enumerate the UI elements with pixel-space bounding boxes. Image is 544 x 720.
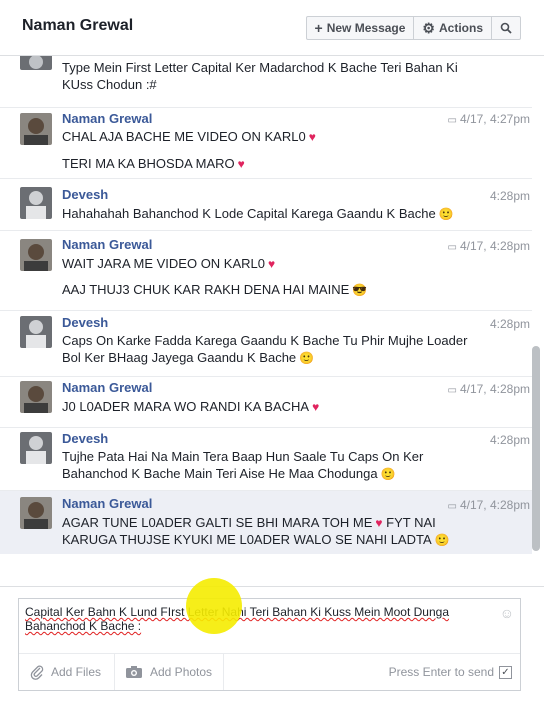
- sender-name[interactable]: Devesh: [62, 315, 108, 330]
- composer-toolbar: Add Files Add Photos Press Enter to send…: [19, 653, 520, 690]
- checkbox-icon[interactable]: ✓: [499, 665, 512, 679]
- divider: [114, 654, 115, 690]
- sender-name[interactable]: Devesh: [62, 187, 108, 202]
- avatar[interactable]: [20, 113, 52, 145]
- divider: [0, 586, 544, 587]
- avatar[interactable]: [20, 316, 52, 348]
- heart-icon: ♥: [375, 516, 383, 530]
- heart-icon: ♥: [308, 130, 316, 144]
- avatar[interactable]: [20, 497, 52, 529]
- actions-button[interactable]: ⚙ Actions: [413, 16, 492, 40]
- message-group: Naman Grewal ▭ 4/17, 4:28pm AGAR TUNE L0A…: [0, 490, 532, 554]
- reply-icon: ▭: [447, 115, 457, 126]
- message-text: CHAL AJA BACHE ME VIDEO ON KARL0 ♥: [62, 129, 316, 144]
- composer-input[interactable]: Capital Ker Bahn K Lund FIrst Letter Nah…: [25, 605, 495, 633]
- avatar[interactable]: [20, 432, 52, 464]
- reply-icon: ▭: [447, 242, 457, 253]
- add-photos-label: Add Photos: [150, 665, 213, 679]
- message-text: Hahahahah Bahanchod K Lode Capital Kareg…: [62, 206, 454, 221]
- message-text: J0 L0ADER MARA WO RANDI KA BACHA ♥: [62, 399, 320, 414]
- message-time: 4:28pm: [489, 189, 530, 203]
- message-text: Caps On Karke Fadda Karega Gaandu K Bach…: [62, 333, 468, 348]
- actions-label: Actions: [438, 21, 483, 35]
- avatar[interactable]: [20, 239, 52, 271]
- message-text: Tujhe Pata Hai Na Main Tera Baap Hun Saa…: [62, 449, 424, 464]
- search-icon: [500, 22, 512, 34]
- message-text: KUss Chodun :#: [62, 77, 157, 92]
- paperclip-icon: [30, 665, 44, 680]
- message-group: Type Mein First Letter Capital Ker Madar…: [0, 56, 532, 107]
- smiley-icon: 🙂: [380, 467, 396, 481]
- smiley-icon: 🙂: [434, 533, 450, 547]
- heart-icon: ♥: [312, 400, 320, 414]
- heart-icon: ♥: [237, 157, 245, 171]
- add-files-button[interactable]: Add Files: [29, 654, 101, 690]
- message-group: Naman Grewal ▭ 4/17, 4:28pm J0 L0ADER MAR…: [0, 376, 532, 427]
- smiley-icon: 😎: [352, 283, 368, 297]
- header-buttons: + New Message ⚙ Actions: [305, 16, 521, 40]
- cursor-highlight: [186, 578, 242, 634]
- message-time: 4:28pm: [489, 317, 530, 331]
- message-group: Naman Grewal ▭ 4/17, 4:28pm WAIT JARA ME …: [0, 230, 532, 310]
- message-text: AAJ THUJ3 CHUK KAR RAKH DENA HAI MAINE 😎: [62, 282, 368, 297]
- message-time: ▭ 4/17, 4:28pm: [447, 382, 530, 396]
- message-time: ▭ 4/17, 4:27pm: [447, 112, 530, 126]
- gear-icon: ⚙: [422, 19, 435, 36]
- reply-icon: ▭: [447, 385, 457, 396]
- conversation-title: Naman Grewal: [22, 17, 134, 34]
- conversation-header: Naman Grewal + New Message ⚙ Actions: [0, 0, 544, 56]
- divider: [223, 654, 224, 690]
- message-text: WAIT JARA ME VIDEO ON KARL0 ♥: [62, 256, 276, 271]
- message-text: TERI MA KA BHOSDA MARO ♥: [62, 156, 245, 171]
- new-message-label: New Message: [326, 21, 406, 35]
- sender-name[interactable]: Naman Grewal: [62, 237, 152, 252]
- sender-name[interactable]: Naman Grewal: [62, 496, 152, 511]
- message-group: Devesh 4:28pm Tujhe Pata Hai Na Main Ter…: [0, 427, 532, 490]
- avatar[interactable]: [20, 56, 52, 70]
- message-group: Naman Grewal ▭ 4/17, 4:27pm CHAL AJA BACH…: [0, 107, 532, 178]
- add-files-label: Add Files: [51, 665, 102, 679]
- heart-icon: ♥: [268, 257, 276, 271]
- message-text: Bol Ker BHaag Jayega Gaandu K Bache 🙂: [62, 350, 315, 365]
- message-composer[interactable]: Capital Ker Bahn K Lund FIrst Letter Nah…: [18, 598, 521, 691]
- message-time: ▭ 4/17, 4:28pm: [447, 498, 530, 512]
- sender-name[interactable]: Naman Grewal: [62, 380, 152, 395]
- message-text: KARUGA THUJSE KYUKI ME L0ADER WALO SE NA…: [62, 532, 450, 547]
- smiley-icon: 🙂: [299, 351, 315, 365]
- sender-name[interactable]: Naman Grewal: [62, 111, 152, 126]
- plus-icon: +: [314, 20, 323, 36]
- message-time: 4:28pm: [489, 433, 530, 447]
- add-photos-button[interactable]: Add Photos: [125, 654, 212, 690]
- message-time: ▭ 4/17, 4:28pm: [447, 239, 530, 253]
- reply-icon: ▭: [447, 501, 457, 512]
- message-thread[interactable]: Type Mein First Letter Capital Ker Madar…: [0, 56, 544, 586]
- message-text: Type Mein First Letter Capital Ker Madar…: [62, 60, 458, 75]
- message-text: AGAR TUNE L0ADER GALTI SE BHI MARA TOH M…: [62, 515, 436, 530]
- thread-scrollbar[interactable]: [532, 346, 540, 551]
- message-group: Devesh 4:28pm Hahahahah Bahanchod K Lode…: [0, 178, 532, 230]
- avatar[interactable]: [20, 187, 52, 219]
- search-button[interactable]: [491, 16, 521, 40]
- message-text: Bahanchod K Bache Main Teri Aise He Maa …: [62, 466, 396, 481]
- press-enter-label: Press Enter to send: [388, 665, 494, 679]
- avatar[interactable]: [20, 381, 52, 413]
- smiley-icon[interactable]: ☺: [500, 605, 514, 621]
- smiley-icon: 🙂: [438, 207, 454, 221]
- new-message-button[interactable]: + New Message: [305, 16, 415, 40]
- message-group: Devesh 4:28pm Caps On Karke Fadda Karega…: [0, 310, 532, 376]
- sender-name[interactable]: Devesh: [62, 431, 108, 446]
- press-enter-toggle[interactable]: Press Enter to send ✓: [389, 654, 512, 690]
- camera-icon: [126, 666, 142, 678]
